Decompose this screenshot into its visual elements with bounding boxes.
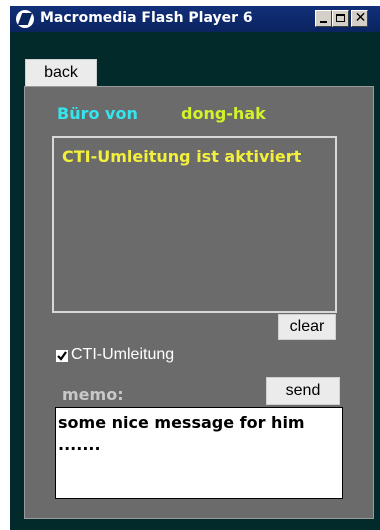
message-display: CTI-Umleitung ist aktiviert: [52, 136, 337, 313]
back-tab-button[interactable]: back: [25, 59, 97, 87]
flash-player-window: Macromedia Flash Player 6 ✕ back Büro vo…: [0, 0, 380, 530]
memo-text: some nice message for him .......: [58, 413, 305, 454]
memo-label: memo:: [62, 385, 124, 404]
memo-input[interactable]: some nice message for him .......: [55, 407, 343, 499]
minimize-button[interactable]: [315, 10, 332, 27]
title-bar[interactable]: Macromedia Flash Player 6 ✕: [10, 6, 380, 32]
maximize-button[interactable]: [332, 10, 349, 27]
clear-button[interactable]: clear: [278, 314, 336, 340]
office-label: Büro von: [57, 104, 138, 123]
close-icon: ✕: [354, 10, 367, 26]
close-button[interactable]: ✕: [351, 10, 368, 27]
send-button[interactable]: send: [266, 377, 340, 405]
minimize-icon: [320, 21, 327, 23]
checkmark-icon: [57, 351, 67, 361]
redirect-checkbox[interactable]: [56, 350, 68, 362]
maximize-icon: [336, 14, 345, 22]
flash-app-icon: [16, 10, 34, 28]
redirect-checkbox-label[interactable]: CTI-Umleitung: [71, 346, 174, 364]
window-title: Macromedia Flash Player 6: [40, 10, 253, 26]
message-text: CTI-Umleitung ist aktiviert: [62, 147, 302, 166]
user-name: dong-hak: [181, 104, 266, 123]
